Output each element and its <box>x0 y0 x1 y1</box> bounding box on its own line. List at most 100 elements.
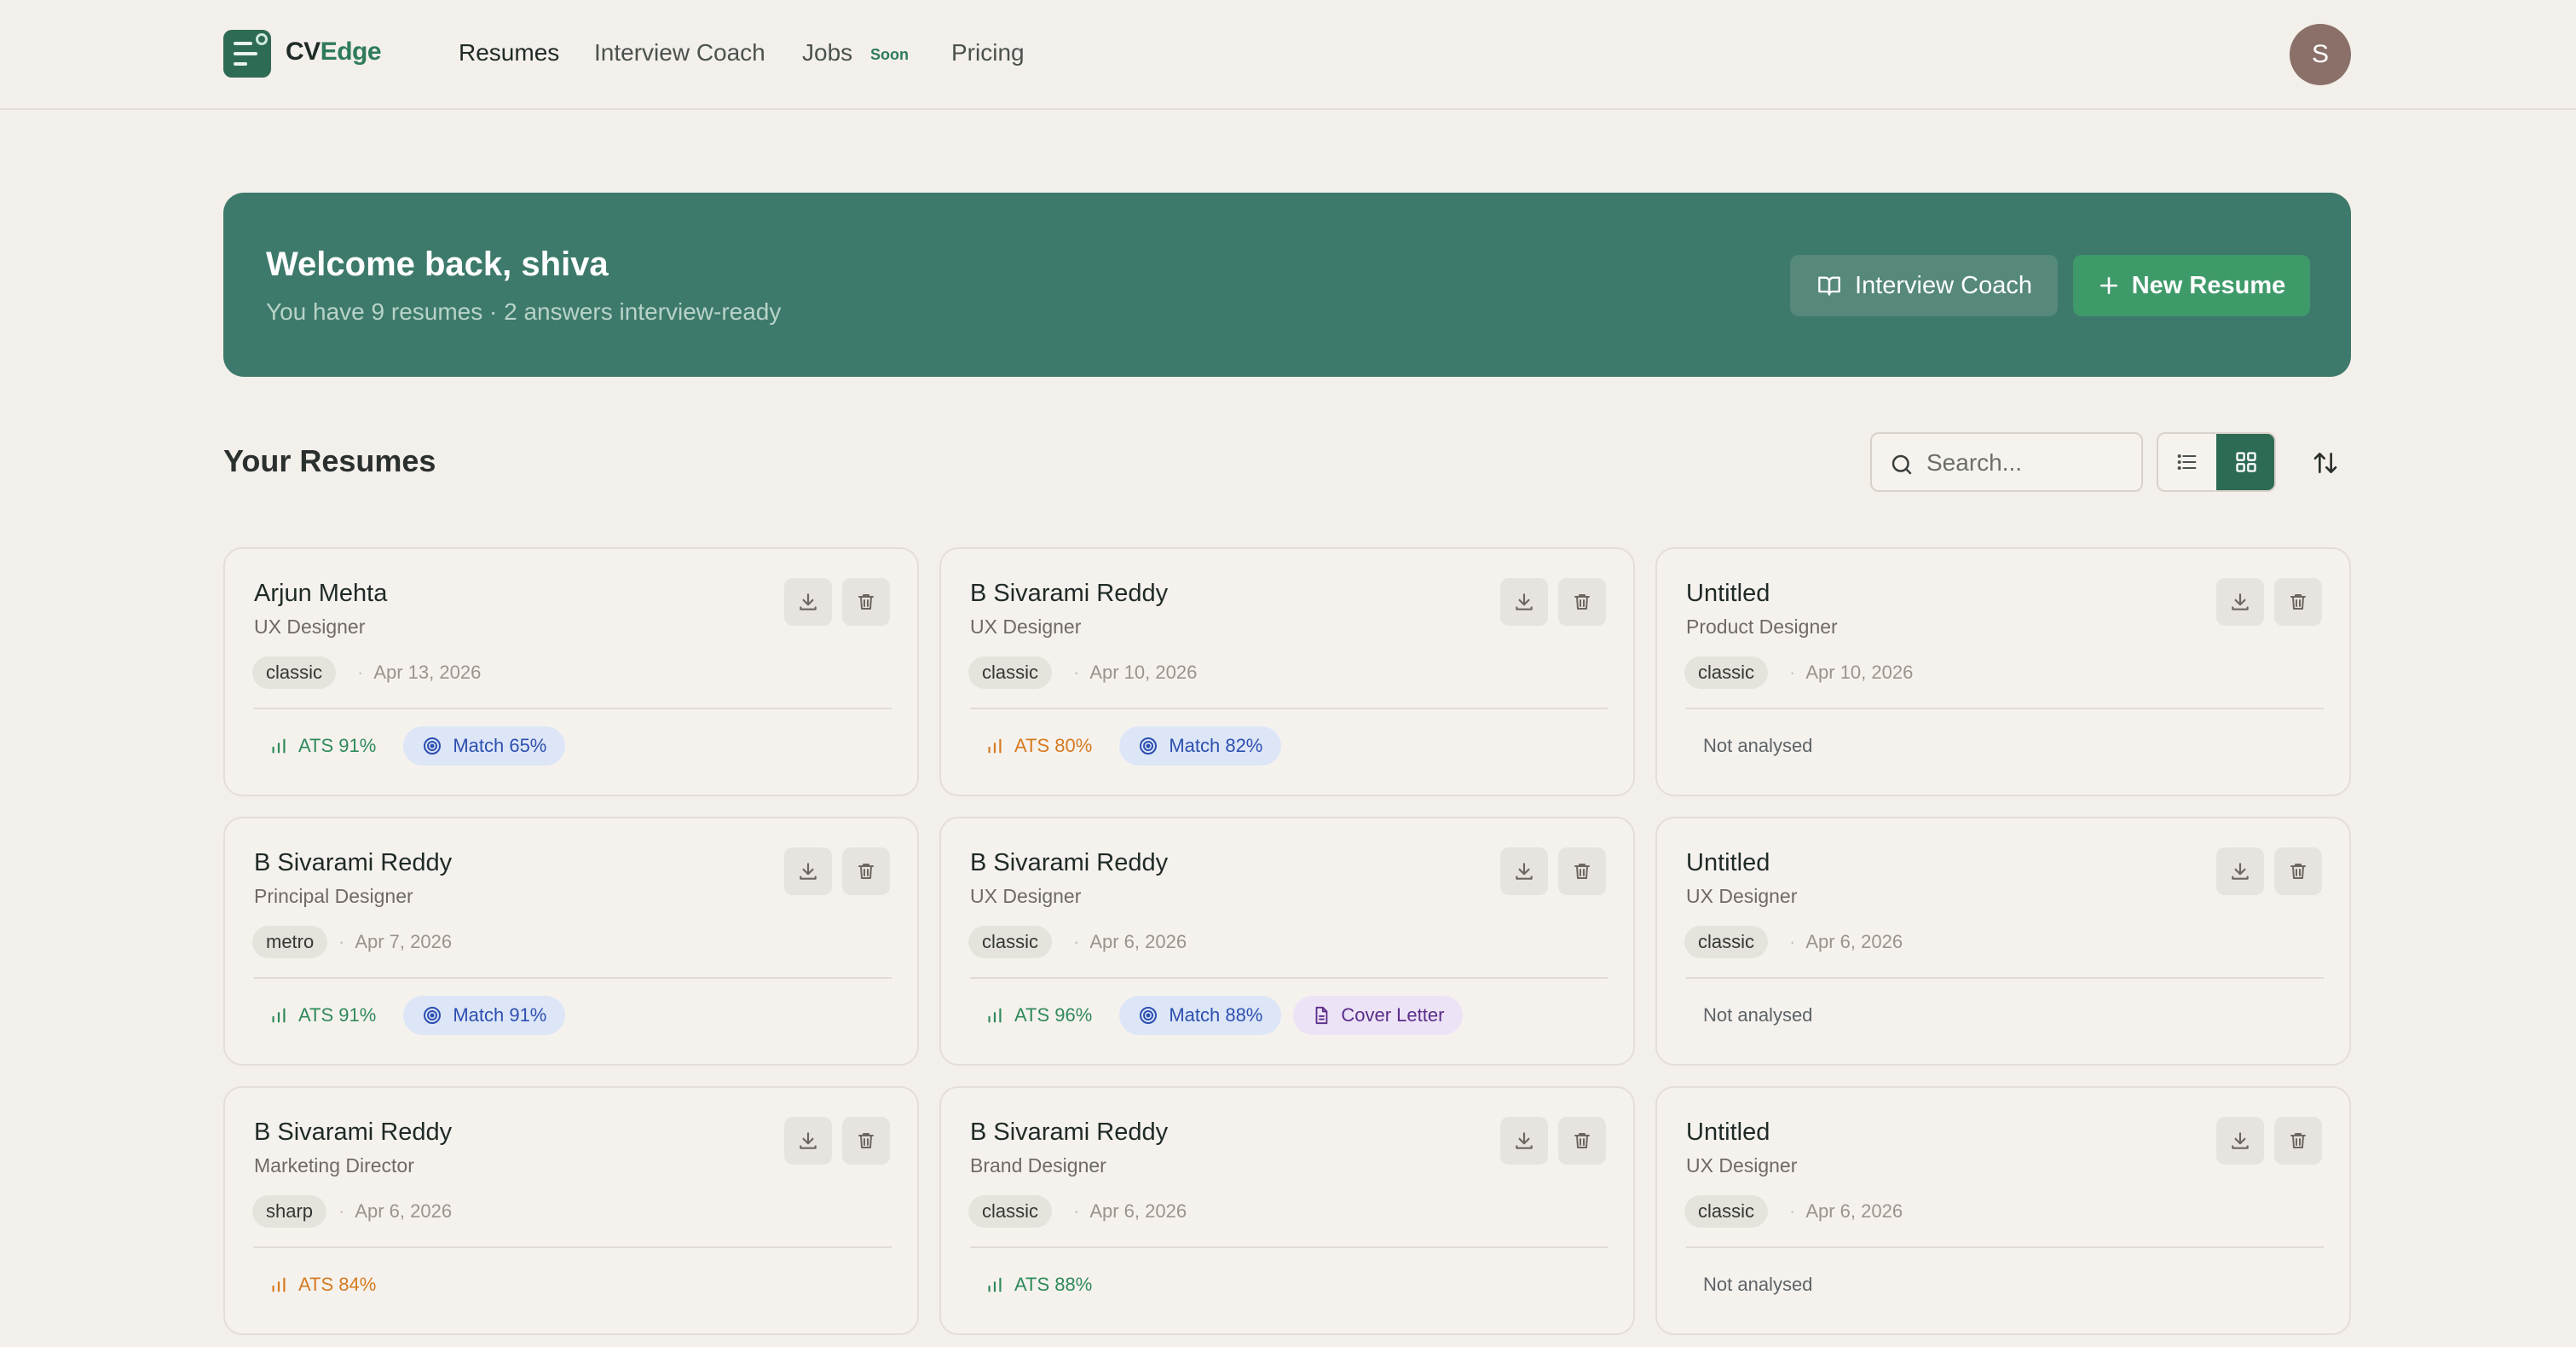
download-button[interactable] <box>784 578 832 626</box>
plus-icon <box>2099 277 2117 294</box>
nav-pricing[interactable]: Pricing <box>951 39 1025 66</box>
download-button[interactable] <box>1500 1117 1548 1165</box>
interview-coach-button[interactable]: Interview Coach <box>1790 255 2058 316</box>
download-button[interactable] <box>1500 847 1548 895</box>
card-badges: Not analysed <box>1686 996 1829 1035</box>
nav-interview-coach[interactable]: Interview Coach <box>594 39 765 66</box>
template-tag: classic <box>252 656 337 689</box>
download-icon <box>800 1132 817 1149</box>
download-button[interactable] <box>784 847 832 895</box>
resume-card[interactable]: B Sivarami Reddy Marketing Director sharp ·… <box>223 1086 919 1335</box>
cover-letter-badge[interactable]: Cover Letter <box>1293 996 1464 1035</box>
search-input[interactable] <box>1926 446 2131 480</box>
download-icon <box>2232 1132 2249 1149</box>
trash-icon <box>2290 594 2306 610</box>
brand-logo[interactable]: CVEdge <box>286 38 382 66</box>
resume-date-label: Apr 10, 2026 <box>1805 662 1914 683</box>
delete-button[interactable] <box>842 847 890 895</box>
grid-view-button[interactable] <box>2216 434 2274 490</box>
resume-name[interactable]: B Sivarami Reddy <box>254 849 452 877</box>
download-icon <box>2232 593 2249 610</box>
ats-score-label: ATS 84% <box>298 1274 377 1295</box>
delete-button[interactable] <box>1558 1117 1606 1165</box>
resume-name[interactable]: B Sivarami Reddy <box>254 1119 452 1147</box>
top-navigation: CVEdge Resumes Interview Coach Jobs Soon… <box>0 0 2576 110</box>
match-score-badge[interactable]: Match 82% <box>1119 726 1282 766</box>
logo-icon[interactable] <box>223 30 271 78</box>
resume-card[interactable]: Untitled UX Designer classic · Apr 6, 2026 No… <box>1655 817 2351 1066</box>
delete-button[interactable] <box>2274 847 2322 895</box>
delete-button[interactable] <box>2274 1117 2322 1165</box>
resume-name[interactable]: B Sivarami Reddy <box>970 849 1168 877</box>
resume-card[interactable]: B Sivarami Reddy Brand Designer classic · Ap… <box>939 1086 1635 1335</box>
download-button[interactable] <box>1500 578 1548 626</box>
delete-button[interactable] <box>842 578 890 626</box>
resume-name[interactable]: B Sivarami Reddy <box>970 1119 1168 1147</box>
resume-name[interactable]: Untitled <box>1686 1119 1770 1147</box>
card-badges: ATS 96% Match 88% Cover Letter <box>970 996 1464 1035</box>
resume-role: UX Designer <box>1686 1154 1798 1176</box>
trash-icon <box>1574 1133 1590 1148</box>
card-divider <box>254 1246 892 1248</box>
download-button[interactable] <box>2216 1117 2264 1165</box>
ats-score-badge: ATS 84% <box>254 1265 391 1304</box>
download-icon <box>1516 1132 1533 1149</box>
bar-chart-icon <box>988 738 1002 754</box>
delete-button[interactable] <box>1558 847 1606 895</box>
delete-button[interactable] <box>842 1117 890 1165</box>
ats-score-badge: ATS 91% <box>254 996 391 1035</box>
delete-button[interactable] <box>1558 578 1606 626</box>
ats-score-label: ATS 80% <box>1014 735 1093 756</box>
resume-role: UX Designer <box>970 885 1082 907</box>
search-field[interactable] <box>1870 432 2143 492</box>
template-tag: classic <box>1684 926 1769 958</box>
resume-card[interactable]: B Sivarami Reddy Principal Designer metro ·… <box>223 817 919 1066</box>
list-icon <box>2177 454 2197 470</box>
trash-icon <box>2290 1133 2306 1148</box>
resume-card[interactable]: B Sivarami Reddy UX Designer classic · Apr 6… <box>939 817 1635 1066</box>
resume-date: · Apr 10, 2026 <box>1073 662 1198 683</box>
template-tag: sharp <box>252 1195 327 1228</box>
not-analysed-label: Not analysed <box>1703 1004 1813 1026</box>
download-button[interactable] <box>2216 847 2264 895</box>
match-score-badge[interactable]: Match 65% <box>403 726 566 766</box>
resume-date-label: Apr 6, 2026 <box>1805 931 1903 952</box>
bar-chart-icon <box>988 1008 1002 1023</box>
ats-score-label: ATS 96% <box>1014 1004 1093 1026</box>
resume-card[interactable]: Untitled Product Designer classic · Apr 10, … <box>1655 547 2351 796</box>
resume-name[interactable]: Arjun Mehta <box>254 580 387 608</box>
template-tag: metro <box>252 926 328 958</box>
download-button[interactable] <box>2216 578 2264 626</box>
sort-button[interactable] <box>2302 439 2349 487</box>
trash-icon <box>858 864 874 879</box>
resume-name[interactable]: Untitled <box>1686 849 1770 877</box>
interview-coach-button-label: Interview Coach <box>1855 271 2032 299</box>
resume-date-label: Apr 13, 2026 <box>373 662 482 683</box>
resume-name[interactable]: Untitled <box>1686 580 1770 608</box>
template-tag: classic <box>968 926 1053 958</box>
delete-button[interactable] <box>2274 578 2322 626</box>
book-open-icon <box>1818 276 1840 296</box>
match-score-badge[interactable]: Match 91% <box>403 996 566 1035</box>
bar-chart-icon <box>272 1008 286 1023</box>
list-view-button[interactable] <box>2158 434 2216 490</box>
resume-card[interactable]: Untitled UX Designer classic · Apr 6, 2026 No… <box>1655 1086 2351 1335</box>
bar-chart-icon <box>988 1277 1002 1292</box>
user-avatar[interactable]: S <box>2290 24 2351 85</box>
new-resume-button[interactable]: New Resume <box>2073 255 2310 316</box>
nav-resumes[interactable]: Resumes <box>459 39 559 66</box>
download-button[interactable] <box>784 1117 832 1165</box>
download-icon <box>1516 863 1533 880</box>
nav-jobs[interactable]: Jobs <box>802 39 852 66</box>
match-score-badge[interactable]: Match 88% <box>1119 996 1282 1035</box>
target-icon <box>1140 1007 1158 1024</box>
grid-icon <box>2236 452 2256 472</box>
resume-card[interactable]: Arjun Mehta UX Designer classic · Apr 13, 20… <box>223 547 919 796</box>
welcome-title: Welcome back, shiva <box>266 246 609 283</box>
resume-card[interactable]: B Sivarami Reddy UX Designer classic · Apr 1… <box>939 547 1635 796</box>
match-score-label: Match 88% <box>1169 1004 1263 1026</box>
card-badges: ATS 91% Match 65% <box>254 726 566 766</box>
template-tag: classic <box>968 656 1053 689</box>
resume-name[interactable]: B Sivarami Reddy <box>970 580 1168 608</box>
document-icon <box>1315 1006 1328 1025</box>
